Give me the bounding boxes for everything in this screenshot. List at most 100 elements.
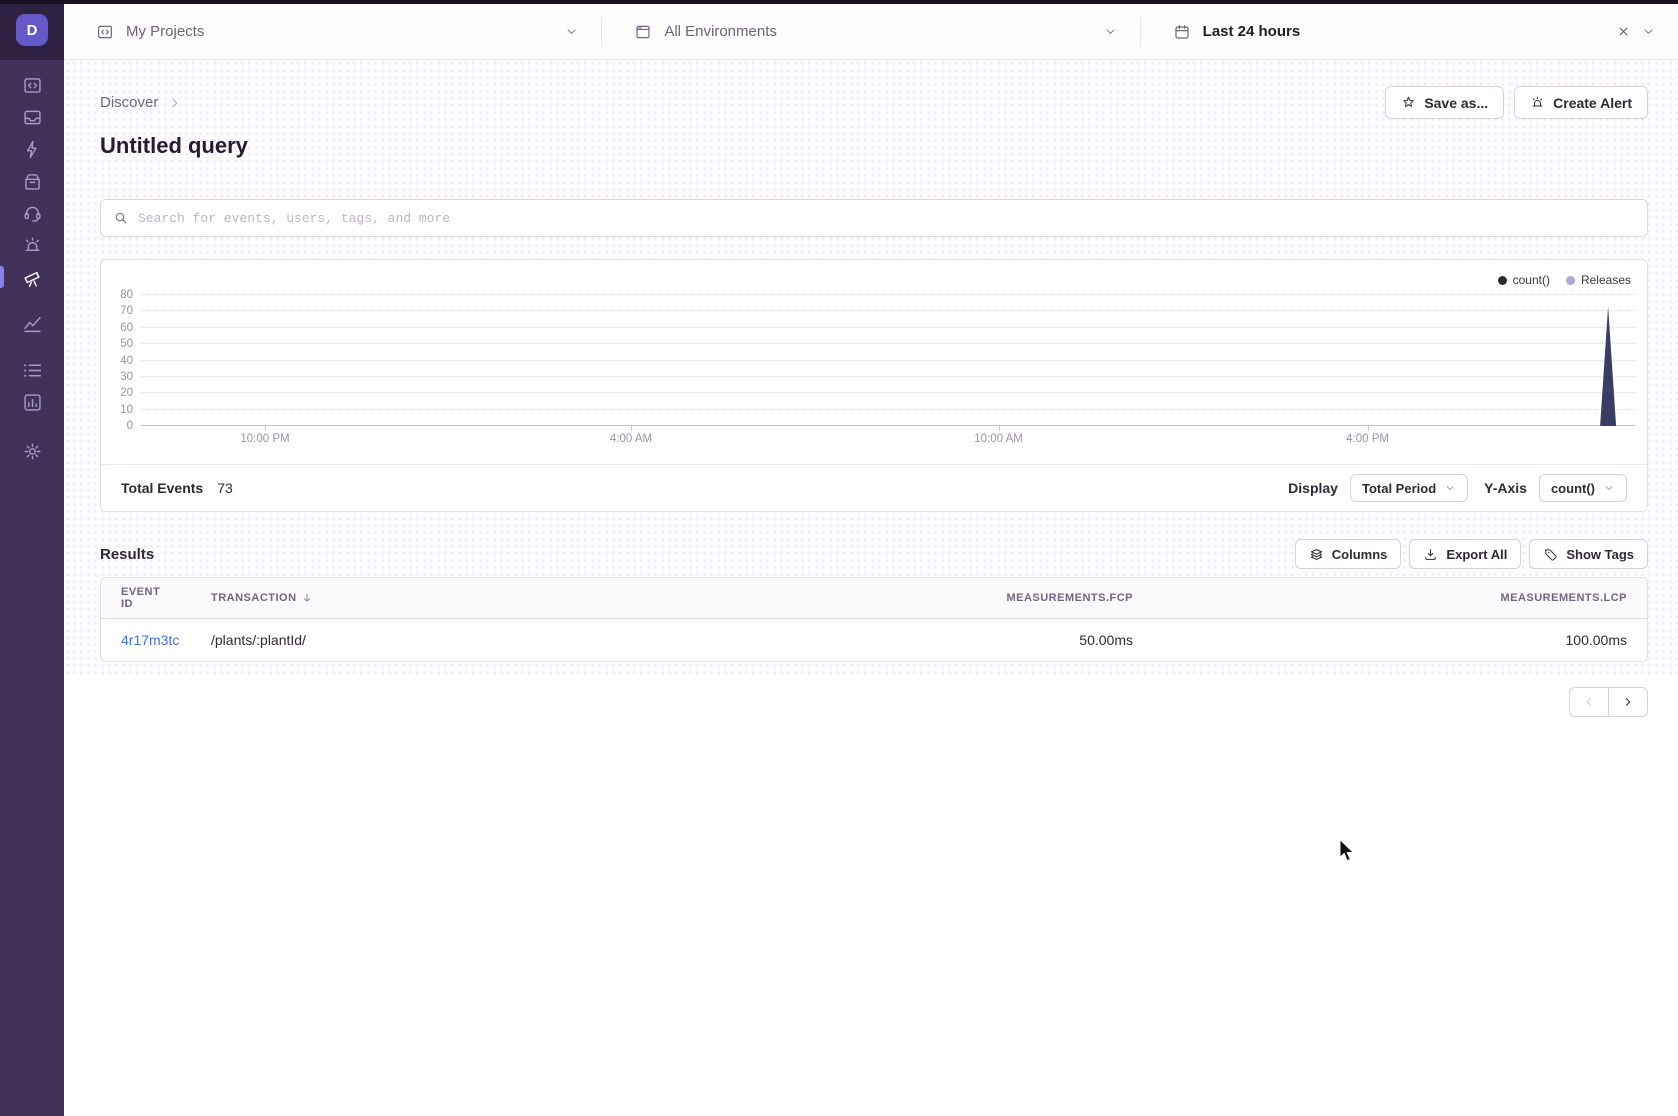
sidebar-item-issues[interactable] [0, 101, 64, 133]
event-id-link[interactable]: 4r17m3tc [121, 632, 179, 648]
stack-icon [1309, 547, 1324, 562]
filter-topbar: My Projects All Environments Last 24 hou… [64, 4, 1678, 60]
breadcrumb-discover-link[interactable]: Discover [100, 94, 158, 111]
search-bar[interactable] [100, 199, 1648, 237]
calendar-icon [1173, 23, 1191, 41]
sidebar-item-performance[interactable] [0, 133, 64, 165]
window-top-strip [0, 0, 1678, 4]
window-icon [634, 23, 652, 41]
sidebar-item-settings[interactable] [0, 435, 64, 467]
project-filter-dropdown[interactable]: My Projects [64, 4, 601, 59]
releases-icon [22, 171, 43, 192]
y-tick-label: 20 [120, 387, 133, 399]
main-content: Discover Save as... Create Alert Untitle… [64, 60, 1678, 1116]
column-header-fcp[interactable]: MEASUREMENTS.FCP [693, 578, 1153, 618]
column-header-label: TRANSACTION [211, 592, 297, 604]
gridline [141, 294, 1635, 295]
date-range-label: Last 24 hours [1203, 23, 1301, 40]
date-range-filter-dropdown[interactable]: Last 24 hours [1141, 4, 1678, 59]
y-tick-label: 30 [120, 371, 133, 383]
search-icon [113, 210, 129, 226]
save-as-button[interactable]: Save as... [1385, 86, 1504, 119]
x-tick-label: 10:00 AM [974, 433, 1023, 445]
x-tick-mark [265, 426, 266, 431]
page-title: Untitled query [64, 119, 1678, 161]
total-events-value: 73 [217, 480, 233, 496]
chart-legend: count() Releases [1498, 273, 1631, 287]
environment-filter-dropdown[interactable]: All Environments [602, 4, 1139, 59]
legend-label: count() [1513, 273, 1550, 287]
next-page-button[interactable] [1608, 687, 1648, 717]
table-body: 4r17m3tc/plants/:plantId/50.00ms100.00ms [101, 619, 1647, 661]
legend-item-count[interactable]: count() [1498, 273, 1550, 287]
sidebar: D [0, 0, 64, 1116]
column-header-label: MEASUREMENTS.LCP [1500, 592, 1627, 604]
legend-label: Releases [1581, 273, 1631, 287]
project-filter-label: My Projects [126, 23, 204, 40]
display-value: Total Period [1362, 481, 1436, 496]
projects-icon [96, 23, 114, 41]
y-axis-value: count() [1551, 481, 1595, 496]
total-events-label: Total Events [121, 480, 203, 496]
y-axis-labels: 01020304050607080 [105, 295, 133, 426]
bar-chart-icon [22, 392, 43, 413]
columns-button[interactable]: Columns [1295, 539, 1402, 569]
cell-event_id[interactable]: 4r17m3tc [101, 619, 191, 661]
column-header-event_id[interactable]: EVENT ID [101, 578, 191, 618]
previous-page-button[interactable] [1569, 687, 1609, 717]
y-axis-dropdown[interactable]: count() [1539, 474, 1627, 502]
line-chart-icon [22, 313, 43, 334]
column-header-label: MEASUREMENTS.FCP [1006, 592, 1133, 604]
column-header-transaction[interactable]: TRANSACTION [191, 578, 693, 618]
sidebar-item-user-feedback[interactable] [0, 197, 64, 229]
table-row: 4r17m3tc/plants/:plantId/50.00ms100.00ms [101, 619, 1647, 661]
chevron-down-icon[interactable] [1103, 24, 1118, 39]
display-dropdown[interactable]: Total Period [1350, 474, 1468, 502]
gridline [141, 343, 1635, 344]
projects-icon [22, 75, 43, 96]
export-all-button[interactable]: Export All [1409, 539, 1521, 569]
show-tags-button[interactable]: Show Tags [1529, 539, 1648, 569]
x-tick-label: 10:00 PM [240, 433, 289, 445]
gridline [141, 327, 1635, 328]
sidebar-item-activity[interactable] [0, 354, 64, 386]
chevron-down-icon [1444, 482, 1456, 494]
y-tick-label: 60 [120, 322, 133, 334]
chevron-down-icon[interactable] [564, 24, 579, 39]
gridline [141, 376, 1635, 377]
events-chart: count()Releases 01020304050607080 10:00 … [101, 260, 1647, 464]
create-alert-label: Create Alert [1553, 95, 1632, 111]
clear-date-filter-icon[interactable] [1616, 24, 1631, 39]
search-input[interactable] [138, 211, 1635, 226]
legend-item-releases[interactable]: Releases [1566, 273, 1631, 287]
create-alert-button[interactable]: Create Alert [1514, 86, 1648, 119]
chevron-down-icon[interactable] [1641, 24, 1656, 39]
x-tick-label: 4:00 PM [1346, 433, 1389, 445]
y-tick-label: 40 [120, 355, 133, 367]
chart-footer: Total Events 73 Display Total Period Y-A… [101, 464, 1647, 511]
tag-icon [1543, 547, 1558, 562]
export-all-label: Export All [1446, 547, 1507, 562]
gridline [141, 409, 1635, 410]
siren-icon [1530, 95, 1545, 110]
org-avatar[interactable]: D [16, 14, 48, 46]
column-header-lcp[interactable]: MEASUREMENTS.LCP [1153, 578, 1647, 618]
org-avatar-container[interactable]: D [0, 0, 64, 60]
y-tick-label: 80 [120, 289, 133, 301]
sidebar-item-projects[interactable] [0, 69, 64, 101]
sidebar-item-dashboards[interactable] [0, 307, 64, 339]
legend-dot [1498, 276, 1507, 285]
results-heading: Results [100, 546, 154, 563]
events-chart-panel: count()Releases 01020304050607080 10:00 … [100, 259, 1648, 512]
sidebar-item-discover[interactable] [0, 261, 64, 293]
sidebar-item-releases[interactable] [0, 165, 64, 197]
breadcrumb: Discover [100, 94, 182, 111]
sidebar-item-stats[interactable] [0, 386, 64, 418]
list-icon [22, 360, 43, 381]
sidebar-item-alerts[interactable] [0, 229, 64, 261]
cell-fcp: 50.00ms [693, 619, 1153, 661]
pagination [100, 687, 1648, 717]
save-as-label: Save as... [1424, 95, 1488, 111]
chevron-left-icon [1582, 695, 1596, 709]
sidebar-nav [0, 60, 64, 467]
